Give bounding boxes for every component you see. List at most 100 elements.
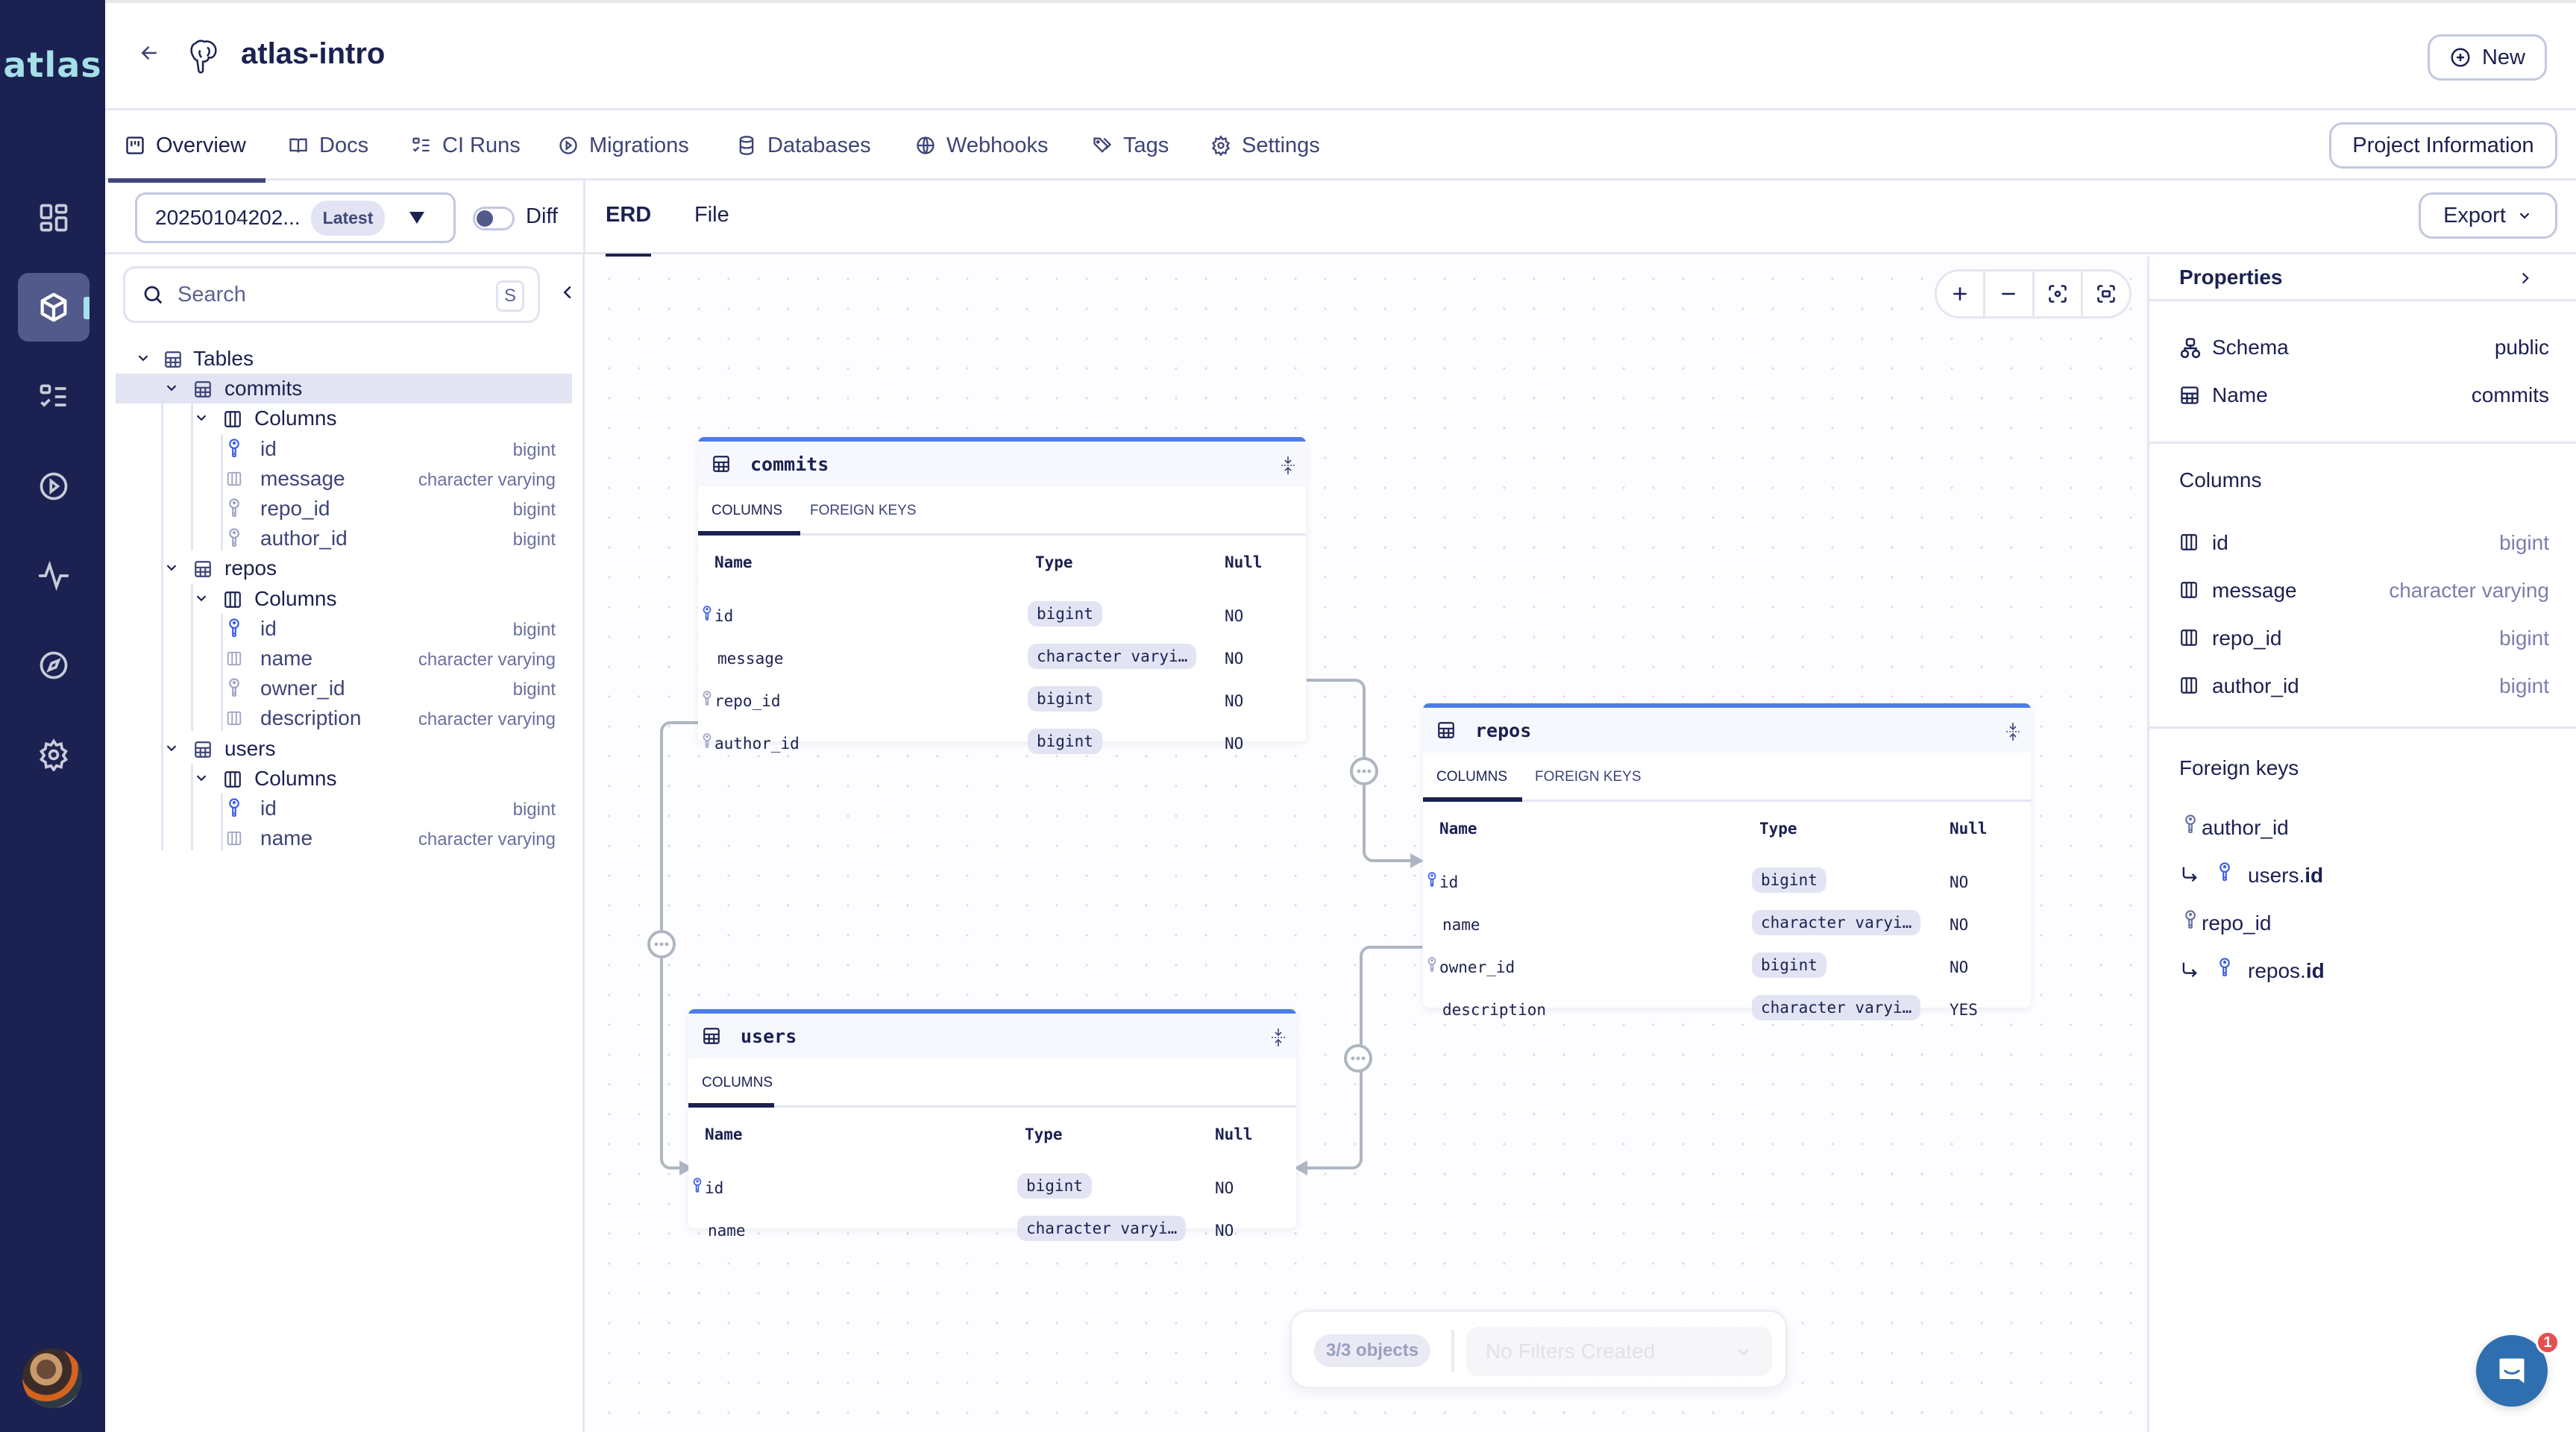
property-column[interactable]: author_id bigint — [2179, 671, 2549, 701]
postgres-elephant-icon — [187, 39, 222, 76]
nav-explore[interactable] — [18, 631, 89, 700]
new-button[interactable]: New — [2428, 34, 2547, 81]
tree-node-column[interactable]: repo_id bigint — [116, 494, 572, 524]
fk-ref-column: id — [2305, 864, 2324, 887]
active-tab-underline — [698, 531, 800, 536]
collapse-table-icon[interactable] — [1279, 455, 1297, 476]
column-name: id — [260, 436, 277, 460]
filter-select[interactable]: No Filters Created — [1466, 1327, 1772, 1376]
gear-icon — [1211, 135, 1231, 156]
tree-node-columns[interactable]: Columns — [116, 764, 572, 794]
diff-toggle[interactable] — [473, 207, 515, 230]
erd-column-type: character varyi… — [1752, 910, 1921, 935]
collapse-panel-button[interactable] — [560, 281, 575, 304]
property-value: commits — [2471, 383, 2549, 406]
version-select[interactable]: 20250104202... Latest — [135, 192, 456, 243]
tree-node-column[interactable]: id bigint — [116, 434, 572, 464]
tree-node-column[interactable]: name character varying — [116, 644, 572, 673]
tree-guide — [221, 433, 223, 551]
new-button-label: New — [2481, 45, 2525, 69]
erd-tab-columns[interactable]: COLUMNS — [711, 503, 782, 519]
erd-row[interactable]: author_id bigint NO — [698, 723, 1306, 764]
collapse-table-icon[interactable] — [1269, 1027, 1287, 1048]
erd-tab-columns[interactable]: COLUMNS — [702, 1075, 773, 1091]
fk-source-column[interactable]: author_id — [2179, 813, 2549, 843]
property-column[interactable]: message character varying — [2179, 576, 2549, 606]
tree-node-column[interactable]: author_id bigint — [116, 524, 572, 553]
tree-node-tables[interactable]: Tables — [116, 344, 572, 374]
erd-table-commits[interactable]: commits COLUMNS FOREIGN KEYS Name Type N… — [698, 437, 1306, 754]
erd-tab-foreign-keys[interactable]: FOREIGN KEYS — [1535, 769, 1642, 785]
export-button[interactable]: Export — [2419, 192, 2557, 239]
nav-monitoring[interactable] — [18, 541, 89, 610]
section-divider — [2149, 442, 2576, 444]
erd-table-header[interactable]: repos — [1423, 708, 2031, 753]
collapse-table-icon[interactable] — [2004, 721, 2022, 742]
tree-node-table-users[interactable]: users — [116, 734, 572, 764]
tab-migrations[interactable]: Migrations — [558, 110, 689, 180]
tab-databases[interactable]: Databases — [736, 110, 871, 180]
back-button[interactable] — [138, 42, 160, 64]
erd-row[interactable]: id bigint NO — [1423, 861, 2031, 903]
tree-node-column[interactable]: id bigint — [116, 614, 572, 644]
erd-row[interactable]: id bigint NO — [688, 1167, 1296, 1209]
tab-overview[interactable]: Overview — [108, 110, 266, 183]
tree-node-table-commits[interactable]: commits — [116, 374, 572, 404]
erd-row[interactable]: message character varyi… NO — [698, 638, 1306, 679]
tree-node-column[interactable]: description character varying — [116, 703, 572, 733]
erd-table-repos[interactable]: repos COLUMNS FOREIGN KEYS Name Type Nul… — [1423, 703, 2031, 1020]
tab-ci-runs[interactable]: CI Runs — [411, 110, 521, 180]
tree-node-column[interactable]: name character varying — [116, 823, 572, 853]
erd-column-name: id — [1439, 873, 1459, 891]
erd-table-tabs: COLUMNS FOREIGN KEYS — [1423, 753, 2031, 802]
tab-docs[interactable]: Docs — [288, 110, 368, 180]
page-title: atlas-intro — [241, 37, 386, 70]
erd-row[interactable]: description character varyi… YES — [1423, 989, 2031, 1031]
erd-table-header[interactable]: users — [688, 1014, 1296, 1058]
nav-migrations[interactable] — [18, 452, 89, 521]
project-information-button[interactable]: Project Information — [2329, 122, 2557, 169]
compass-icon — [40, 651, 68, 679]
arrow-return-icon — [2179, 959, 2200, 980]
zoom-in-button[interactable] — [1937, 271, 1983, 316]
erd-row[interactable]: name character varyi… NO — [688, 1210, 1296, 1252]
focus-button[interactable] — [2032, 271, 2081, 316]
user-avatar[interactable] — [22, 1348, 82, 1408]
tree-node-columns[interactable]: Columns — [116, 584, 572, 614]
fit-view-button[interactable] — [2080, 271, 2129, 316]
tab-webhooks[interactable]: Webhooks — [915, 110, 1049, 180]
zoom-out-button[interactable] — [1983, 271, 2032, 316]
view-tab-file[interactable]: File — [694, 203, 729, 227]
erd-row[interactable]: owner_id bigint NO — [1423, 946, 2031, 988]
erd-row[interactable]: name character varyi… NO — [1423, 904, 2031, 946]
erd-row[interactable]: repo_id bigint NO — [698, 680, 1306, 722]
erd-column-name: repo_id — [714, 692, 781, 710]
erd-tab-columns[interactable]: COLUMNS — [1436, 769, 1507, 785]
nav-settings[interactable] — [18, 720, 89, 789]
search-input[interactable]: Search S — [123, 266, 540, 323]
tree-node-columns[interactable]: Columns — [116, 403, 572, 433]
chevron-right-icon[interactable] — [2517, 268, 2533, 288]
erd-row[interactable]: id bigint NO — [698, 595, 1306, 637]
atlas-logo[interactable]: atlas — [0, 45, 105, 85]
erd-table-header[interactable]: commits — [698, 442, 1306, 486]
view-tab-erd[interactable]: ERD — [606, 203, 652, 258]
nav-dashboard[interactable] — [18, 183, 89, 252]
fk-target-column[interactable]: repos.id — [2179, 956, 2549, 986]
tree-node-table-repos[interactable]: repos — [116, 553, 572, 583]
tab-label: Webhooks — [946, 133, 1049, 157]
tree-node-column[interactable]: id bigint — [116, 794, 572, 823]
erd-table-users[interactable]: users COLUMNS Name Type Null id bigint N… — [688, 1009, 1296, 1241]
property-column[interactable]: id bigint — [2179, 528, 2549, 558]
erd-tab-foreign-keys[interactable]: FOREIGN KEYS — [810, 503, 917, 519]
erd-canvas[interactable]: commits COLUMNS FOREIGN KEYS Name Type N… — [587, 257, 2147, 1432]
tree-node-column[interactable]: message character varying — [116, 464, 572, 494]
tab-tags[interactable]: Tags — [1092, 110, 1169, 180]
nav-projects[interactable] — [18, 273, 89, 342]
nav-ci-runs[interactable] — [18, 362, 89, 431]
tab-settings[interactable]: Settings — [1210, 110, 1320, 180]
tree-node-column[interactable]: owner_id bigint — [116, 673, 572, 703]
fk-target-column[interactable]: users.id — [2179, 861, 2549, 891]
fk-source-column[interactable]: repo_id — [2179, 908, 2549, 938]
property-column[interactable]: repo_id bigint — [2179, 624, 2549, 653]
